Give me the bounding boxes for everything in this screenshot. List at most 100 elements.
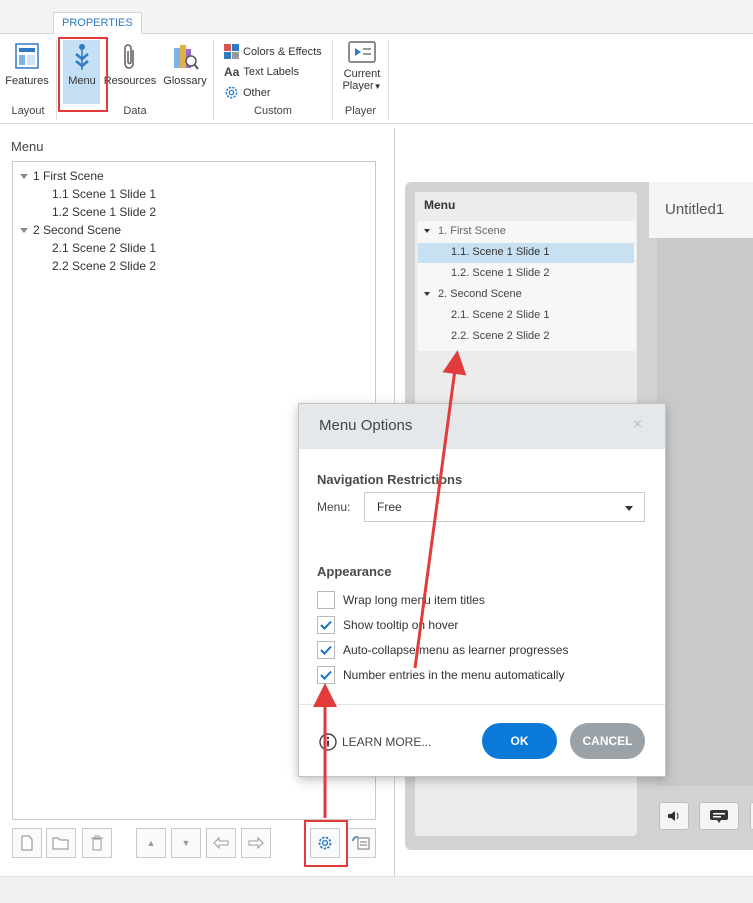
new-page-icon <box>21 835 33 851</box>
reset-list-icon <box>352 836 370 850</box>
tooltip-label: Show tooltip on hover <box>343 618 459 632</box>
preview-item-scene-2[interactable]: 2. Second Scene <box>424 288 522 300</box>
learn-more-label: LEARN MORE... <box>342 735 432 749</box>
tree-item-label: 1 First Scene <box>33 169 104 183</box>
paperclip-icon <box>124 44 134 69</box>
number-entries-label: Number entries in the menu automatically <box>343 668 565 682</box>
glossary-label: Glossary <box>163 75 207 87</box>
speaker-icon <box>668 811 679 821</box>
current-player-button[interactable]: Current Player▼ <box>338 40 386 92</box>
ribbon: Features Menu Resources Glossary Colors … <box>0 34 753 124</box>
checkmark-icon <box>320 645 332 655</box>
move-down-button[interactable]: ▼ <box>171 828 201 858</box>
annotation-box-gear <box>304 820 348 867</box>
colors-icon <box>224 44 239 59</box>
preview-item-label: 1.1. Scene 1 Slide 1 <box>451 246 550 258</box>
reset-button[interactable] <box>346 828 376 858</box>
preview-item-scene-1[interactable]: 1. First Scene <box>424 225 506 237</box>
dialog-footer-separator <box>299 704 665 705</box>
features-button[interactable]: Features <box>4 42 50 87</box>
menu-restriction-label: Menu: <box>317 500 351 514</box>
tab-properties[interactable]: PROPERTIES <box>53 12 142 35</box>
arrow-left-icon <box>213 837 229 849</box>
folder-icon <box>52 837 69 850</box>
checkmark-icon <box>320 670 332 680</box>
wrap-titles-checkbox[interactable] <box>317 591 335 609</box>
glossary-books-icon <box>174 45 199 70</box>
menu-restriction-select[interactable] <box>364 492 645 522</box>
tree-item-label: 2 Second Scene <box>33 223 122 237</box>
ok-button[interactable]: OK <box>482 723 557 759</box>
features-icon <box>15 43 39 69</box>
text-labels-icon: Aa <box>224 65 240 79</box>
resources-label: Resources <box>103 75 157 87</box>
text-labels-button[interactable]: Aa Text Labels <box>224 65 299 79</box>
glossary-button[interactable]: Glossary <box>160 42 210 87</box>
preview-menu-tab[interactable]: Menu <box>415 192 467 221</box>
group-label-custom: Custom <box>254 105 292 117</box>
preview-item-slide-2-2[interactable]: 2.2. Scene 2 Slide 2 <box>451 330 549 342</box>
text-labels-label: Text Labels <box>243 66 299 78</box>
auto-collapse-label: Auto-collapse menu as learner progresses <box>343 643 569 657</box>
learn-more-link[interactable]: LEARN MORE... <box>319 733 431 751</box>
checkmark-icon <box>320 620 332 630</box>
current-player-label-1: Current <box>343 68 381 80</box>
captions-icon <box>710 810 728 823</box>
tree-item-slide-1-2[interactable]: 1.2 Scene 1 Slide 2 <box>52 205 156 219</box>
arrow-down-icon: ▼ <box>181 838 191 848</box>
preview-item-label: 2.1. Scene 2 Slide 1 <box>451 309 550 321</box>
preview-item-slide-1-2[interactable]: 1.2. Scene 1 Slide 2 <box>451 267 549 279</box>
appearance-heading: Appearance <box>317 564 392 579</box>
preview-item-label: 1.2. Scene 1 Slide 2 <box>451 267 550 279</box>
ribbon-separator <box>388 40 389 120</box>
preview-item-slide-1-1[interactable]: 1.1. Scene 1 Slide 1 <box>451 246 549 258</box>
chevron-down-icon <box>625 506 633 511</box>
delete-button[interactable] <box>82 828 112 858</box>
caret-down-icon: ▼ <box>373 82 382 91</box>
move-up-button[interactable]: ▲ <box>136 828 166 858</box>
captions-button[interactable] <box>699 802 739 830</box>
annotation-box-menu <box>58 37 108 112</box>
auto-collapse-checkbox[interactable] <box>317 641 335 659</box>
tree-item-slide-1-1[interactable]: 1.1 Scene 1 Slide 1 <box>52 187 156 201</box>
player-icon <box>348 41 376 63</box>
current-player-label-2: Player <box>342 80 374 92</box>
expand-triangle-icon[interactable] <box>20 228 28 234</box>
tree-item-scene-2[interactable]: 2 Second Scene <box>20 223 121 237</box>
arrow-right-icon <box>248 837 264 849</box>
tree-item-label: 1.2 Scene 1 Slide 2 <box>52 205 157 219</box>
tree-item-scene-1[interactable]: 1 First Scene <box>20 169 104 183</box>
tree-item-slide-2-1[interactable]: 2.1 Scene 2 Slide 1 <box>52 241 156 255</box>
features-label: Features <box>5 75 49 87</box>
group-label-player: Player <box>344 105 377 117</box>
menu-restriction-value: Free <box>377 500 402 514</box>
expand-triangle-icon <box>424 292 430 297</box>
preview-title: Untitled1 <box>665 201 725 218</box>
tree-item-label: 1.1 Scene 1 Slide 1 <box>52 187 157 201</box>
cancel-button[interactable]: CANCEL <box>570 723 645 759</box>
expand-triangle-icon <box>424 229 430 234</box>
tooltip-checkbox[interactable] <box>317 616 335 634</box>
info-icon <box>319 733 337 751</box>
gear-icon <box>225 86 238 99</box>
expand-triangle-icon[interactable] <box>20 174 28 180</box>
open-button[interactable] <box>46 828 76 858</box>
number-entries-checkbox[interactable] <box>317 666 335 684</box>
other-label: Other <box>243 86 271 99</box>
tree-item-label: 2.1 Scene 2 Slide 1 <box>52 241 157 255</box>
new-item-button[interactable] <box>12 828 42 858</box>
resources-button[interactable]: Resources <box>103 42 157 87</box>
trash-icon <box>91 835 103 851</box>
colors-effects-button[interactable]: Colors & Effects <box>224 44 322 59</box>
indent-button[interactable] <box>241 828 271 858</box>
volume-button[interactable] <box>659 802 689 830</box>
group-label-layout: Layout <box>11 105 45 117</box>
menu-panel-title: Menu <box>11 139 44 154</box>
preview-item-label: 1. First Scene <box>438 225 506 237</box>
close-icon[interactable]: × <box>633 416 642 434</box>
outdent-button[interactable] <box>206 828 236 858</box>
preview-item-slide-2-1[interactable]: 2.1. Scene 2 Slide 1 <box>451 309 549 321</box>
tree-item-slide-2-2[interactable]: 2.2 Scene 2 Slide 2 <box>52 259 156 273</box>
other-button[interactable]: Other <box>224 85 271 100</box>
dialog-title: Menu Options <box>319 417 413 434</box>
